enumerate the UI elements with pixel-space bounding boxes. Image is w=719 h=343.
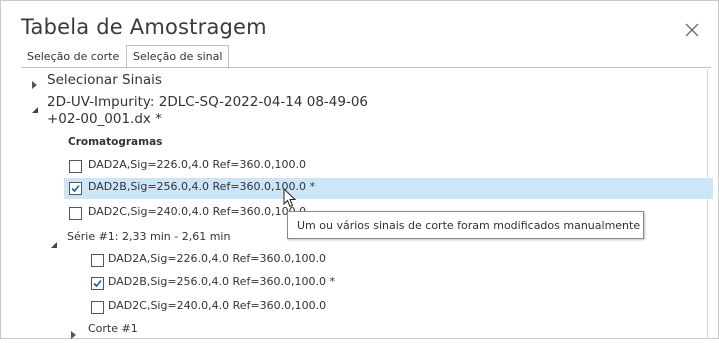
collapse-down-icon[interactable]: [51, 242, 57, 248]
cut-label: Corte #1: [88, 322, 138, 335]
select-signals-label: Selecionar Sinais: [47, 72, 162, 88]
tab-signal-selection[interactable]: Seleção de sinal: [126, 45, 230, 69]
sample-table-dialog: Tabela de Amostragem Seleção de corte Se…: [0, 0, 719, 339]
tab-divider: [21, 67, 711, 68]
chromatogram-dad2a-label: DAD2A,Sig=226.0,4.0 Ref=360.0,100.0: [88, 158, 306, 171]
checkbox-series-dad2a[interactable]: [91, 254, 104, 267]
file-name-line2: +02-00_001.dx *: [47, 111, 162, 127]
checkbox-series-dad2c[interactable]: [91, 301, 104, 314]
collapse-down-icon[interactable]: [32, 107, 38, 113]
checkbox-series-dad2b[interactable]: [91, 277, 104, 290]
tree-node-file[interactable]: [32, 98, 38, 117]
tree-node-select-signals[interactable]: [32, 74, 37, 93]
checkbox-dad2a[interactable]: [69, 160, 82, 173]
chromatogram-dad2c-label: DAD2C,Sig=240.0,4.0 Ref=360.0,100.0: [88, 205, 307, 218]
modified-tooltip: Um ou vários sinais de corte foram modif…: [287, 211, 644, 239]
series-dad2b-text: DAD2B,Sig=256.0,4.0 Ref=360.0,100.0: [108, 275, 327, 288]
checkbox-dad2b[interactable]: [69, 182, 82, 195]
expand-right-icon[interactable]: [71, 331, 76, 339]
scroll-track[interactable]: [707, 69, 708, 339]
tab-cut-selection[interactable]: Seleção de corte: [21, 46, 125, 67]
tree-node-cut[interactable]: [71, 324, 76, 343]
modified-marker: *: [329, 275, 336, 288]
tree-node-series[interactable]: [51, 233, 57, 252]
series-dad2a-label: DAD2A,Sig=226.0,4.0 Ref=360.0,100.0: [108, 252, 326, 265]
chromatogram-dad2b-text: DAD2B,Sig=256.0,4.0 Ref=360.0,100.0: [88, 180, 307, 193]
dialog-title: Tabela de Amostragem: [21, 15, 267, 39]
series-dad2c-label: DAD2C,Sig=240.0,4.0 Ref=360.0,100.0: [108, 299, 327, 312]
chromatograms-heading: Cromatogramas: [68, 136, 163, 148]
checkmark-icon: [93, 279, 102, 288]
close-icon[interactable]: [683, 21, 701, 39]
checkbox-dad2c[interactable]: [69, 207, 82, 220]
series-label: Série #1: 2,33 min - 2,61 min: [67, 230, 231, 243]
checkmark-icon: [71, 184, 80, 193]
chromatogram-dad2b-label: DAD2B,Sig=256.0,4.0 Ref=360.0,100.0 *: [88, 180, 315, 193]
series-dad2b-label: DAD2B,Sig=256.0,4.0 Ref=360.0,100.0 *: [108, 275, 335, 288]
mouse-pointer-icon: [283, 187, 297, 212]
file-name-line1: 2D-UV-Impurity: 2DLC-SQ-2022-04-14 08-49…: [47, 94, 369, 110]
modified-marker: *: [309, 180, 316, 193]
expand-right-icon[interactable]: [32, 81, 37, 89]
